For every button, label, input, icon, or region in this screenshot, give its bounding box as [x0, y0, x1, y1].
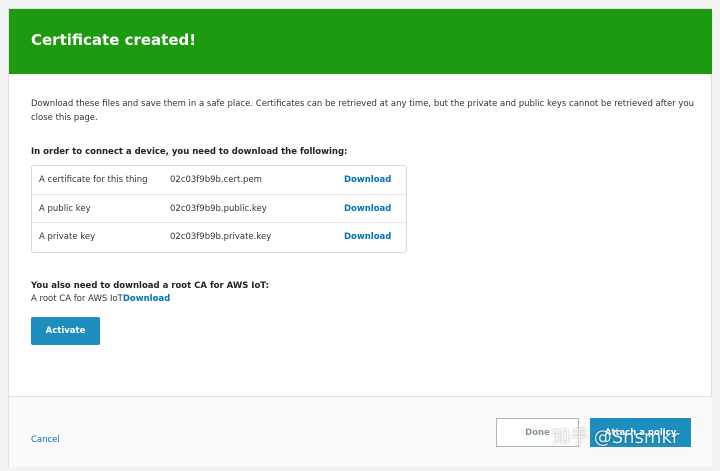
file-row-certificate: A certificate for this thing 02c03f9b9b.…: [32, 166, 406, 195]
certificate-dialog: Certificate created! Download these file…: [8, 8, 712, 467]
file-name: 02c03f9b9b.private.key: [170, 232, 272, 242]
attach-policy-button[interactable]: Attach a policy: [590, 418, 691, 447]
activate-button[interactable]: Activate: [31, 317, 100, 345]
root-ca-label: A root CA for AWS IoT: [31, 294, 123, 304]
download-public-key-link[interactable]: Download: [344, 204, 391, 214]
cancel-link[interactable]: Cancel: [31, 435, 60, 445]
dialog-title: Certificate created!: [31, 31, 197, 49]
intro-text: Download these files and save them in a …: [31, 99, 694, 123]
download-requirement-heading: In order to connect a device, you need t…: [31, 147, 348, 157]
file-description: A private key: [39, 232, 96, 242]
file-row-public-key: A public key 02c03f9b9b.public.key Downl…: [32, 195, 406, 223]
file-description: A public key: [39, 203, 91, 214]
download-root-ca-link[interactable]: Download: [123, 294, 170, 304]
root-ca-line: A root CA for AWS IoTDownload: [31, 294, 170, 304]
download-certificate-link[interactable]: Download: [344, 175, 391, 185]
files-table: A certificate for this thing 02c03f9b9b.…: [31, 165, 407, 253]
dialog-footer: Cancel Done Attach a policy: [9, 396, 712, 467]
root-ca-heading: You also need to download a root CA for …: [31, 281, 270, 291]
download-private-key-link[interactable]: Download: [344, 232, 391, 242]
success-header: Certificate created!: [9, 9, 712, 74]
file-name: 02c03f9b9b.public.key: [170, 203, 267, 214]
file-description: A certificate for this thing: [39, 175, 148, 185]
done-button[interactable]: Done: [496, 418, 579, 447]
file-name: 02c03f9b9b.cert.pem: [170, 175, 262, 185]
file-row-private-key: A private key 02c03f9b9b.private.key Dow…: [32, 223, 406, 252]
